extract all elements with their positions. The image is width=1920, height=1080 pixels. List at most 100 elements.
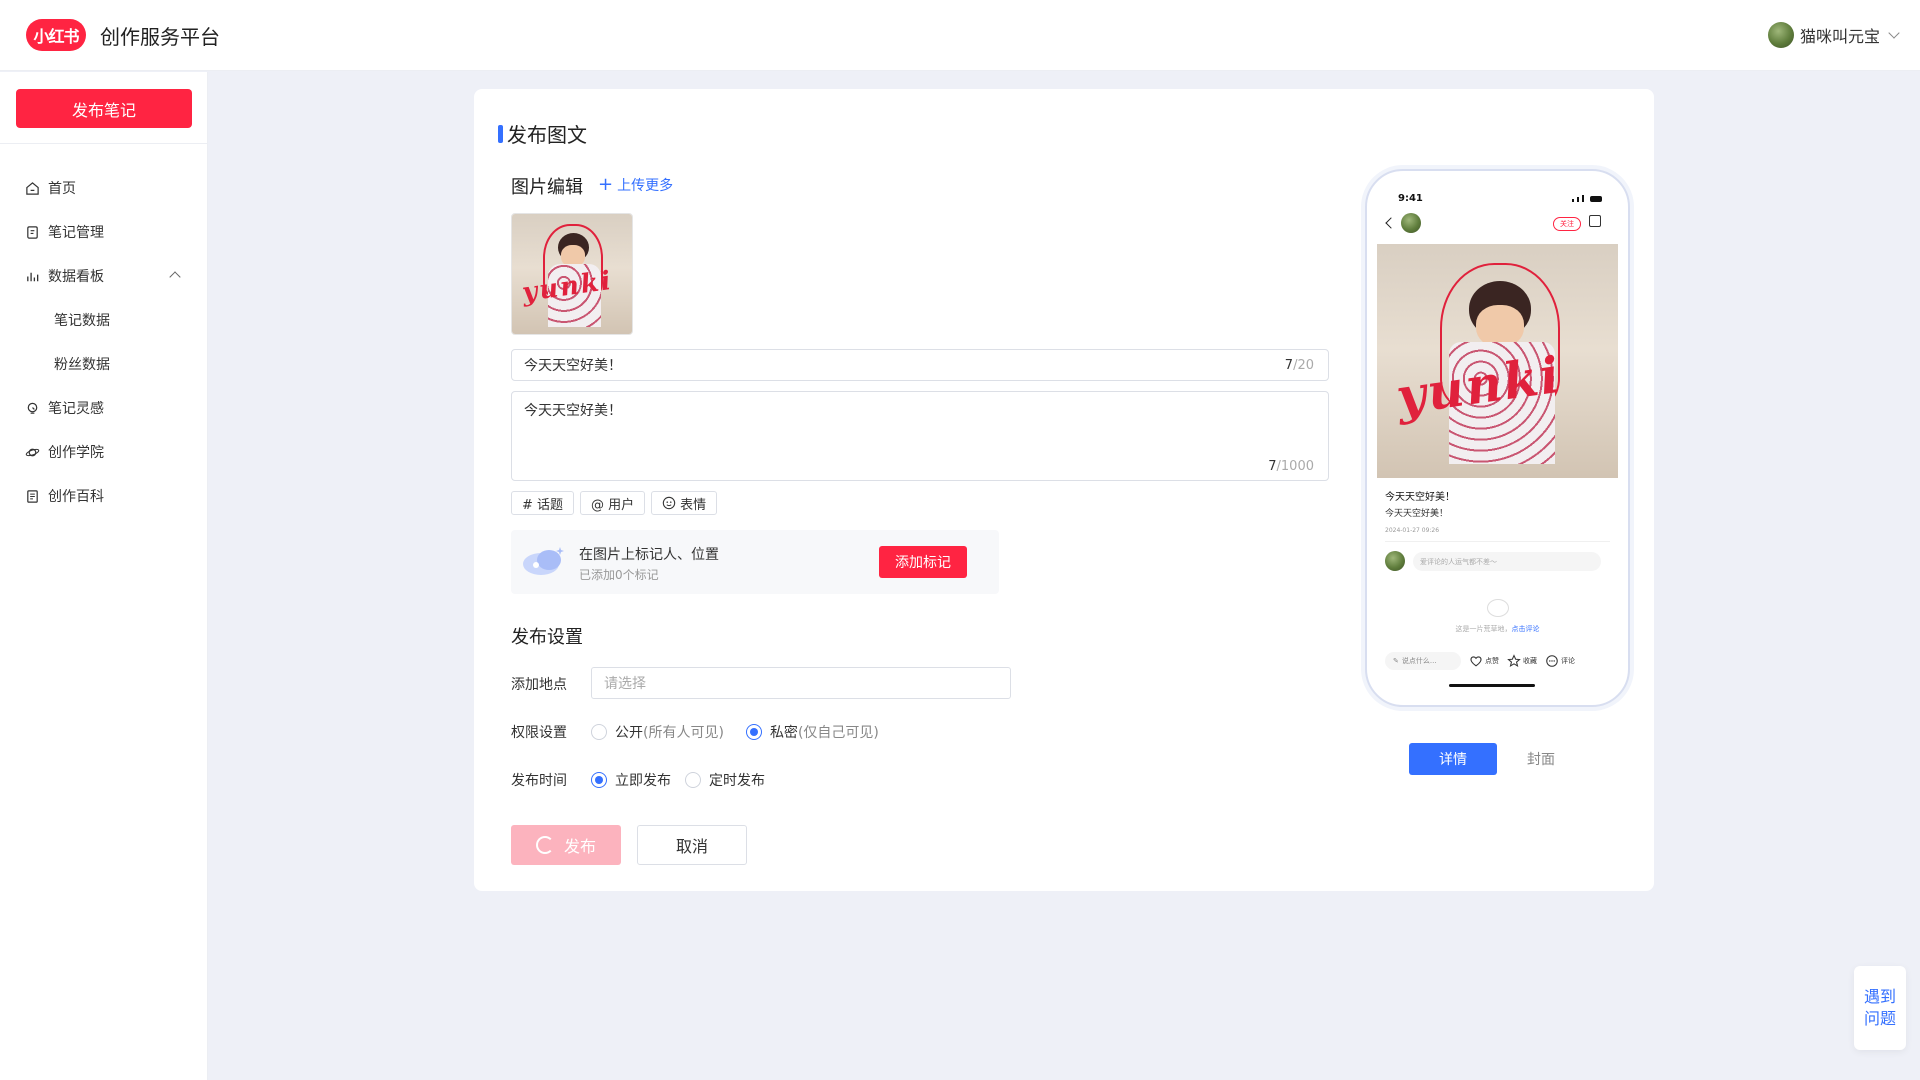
preview-comment: 评论 <box>1545 654 1575 668</box>
sidebar-item-label: 粉丝数据 <box>54 357 110 373</box>
sidebar-item-creator-academy[interactable]: 创作学院 <box>0 430 207 474</box>
radio-private-hint: (仅自己可见) <box>797 725 879 741</box>
sidebar-item-note-management[interactable]: 笔记管理 <box>0 210 207 254</box>
settings-section-title: 发布设置 <box>511 627 583 648</box>
add-tag-button[interactable]: 添加标记 <box>879 546 967 578</box>
publish-button-label: 发布 <box>563 837 596 856</box>
tag-people-title: 在图片上标记人、位置 <box>579 547 719 563</box>
title-counter: 7/20 <box>1285 358 1314 373</box>
help-button-label: 遇到问题 <box>1863 987 1896 1028</box>
sidebar-item-label: 笔记数据 <box>54 313 110 329</box>
radio-public-label[interactable]: 公开 <box>615 722 643 742</box>
preview-collect: 收藏 <box>1507 654 1537 668</box>
user-name[interactable]: 猫咪叫元宝 <box>1800 23 1880 47</box>
tag-count-text: 已添加0个标记 <box>579 568 659 582</box>
platform-title: 创作服务平台 <box>100 24 220 49</box>
body-textarea-value: 今天天空好美！ <box>524 403 622 419</box>
xiaohongshu-logo[interactable]: 小红书 <box>26 19 86 51</box>
sidebar-item-label: 笔记管理 <box>48 225 104 241</box>
location-label: 添加地点 <box>511 677 567 693</box>
help-button[interactable]: 遇到问题 <box>1854 966 1906 1050</box>
radio-scheduled-label[interactable]: 定时发布 <box>709 770 765 790</box>
preview-comment-avatar <box>1385 551 1405 571</box>
insert-toolbar: # 话题 @ 用户 表情 <box>511 491 718 515</box>
preview-action-bar: ✎ 说点什么... 点赞 收藏 评论 <box>1377 651 1618 671</box>
top-header: 小红书 创作服务平台 猫咪叫元宝 <box>0 0 1920 71</box>
publish-button[interactable]: 发布 <box>511 825 621 865</box>
phone-status-icons <box>1572 195 1602 202</box>
preview-photo: yunki <box>1377 244 1618 478</box>
sidebar-item-note-inspiration[interactable]: 笔记灵感 <box>0 386 207 430</box>
share-icon <box>1589 215 1601 227</box>
home-icon <box>24 180 40 196</box>
body-textarea[interactable]: 今天天空好美！ 7/1000 <box>511 391 1329 481</box>
upload-more-label: 上传更多 <box>617 178 674 194</box>
image-thumbnail[interactable]: yunki <box>511 213 633 335</box>
kid-photo: yunki <box>512 214 632 334</box>
location-placeholder: 请选择 <box>604 676 646 692</box>
radio-public[interactable] <box>591 724 607 740</box>
topic-button[interactable]: # 话题 <box>511 491 575 515</box>
sidebar-nav: 首页 笔记管理 数据看板 笔记数据 粉丝数据 笔记灵感 创作学院 创作百科 <box>0 166 207 518</box>
emoji-button-label: 表情 <box>680 497 707 513</box>
preview-empty-text: 这是一片荒草地， <box>1455 625 1512 633</box>
back-icon[interactable] <box>1385 217 1397 229</box>
page-title: 发布图文 <box>498 119 587 148</box>
tab-detail[interactable]: 详情 <box>1409 743 1497 775</box>
preview-say-input: ✎ 说点什么... <box>1385 652 1461 670</box>
mention-user-button[interactable]: @ 用户 <box>580 491 646 515</box>
chevron-down-icon[interactable] <box>1888 27 1900 39</box>
tab-cover[interactable]: 封面 <box>1497 743 1585 775</box>
publish-note-button[interactable]: 发布笔记 <box>16 89 192 128</box>
loading-spinner-icon <box>535 836 554 854</box>
preview-like: 点赞 <box>1469 654 1499 668</box>
sidebar-item-data-dashboard[interactable]: 数据看板 <box>0 254 207 298</box>
cancel-button[interactable]: 取消 <box>637 825 747 865</box>
title-count: 7 <box>1284 357 1294 373</box>
emoji-button[interactable]: 表情 <box>651 491 718 515</box>
publish-time-radio-group: 立即发布 定时发布 <box>591 770 765 790</box>
radio-publish-now-label[interactable]: 立即发布 <box>615 770 671 790</box>
phone-preview: 9:41 关注 yunki 今天天空好美！ 今天天空好美！ 2024-01-27… <box>1365 169 1630 707</box>
preview-date: 2024-01-27 09:26 <box>1385 527 1440 534</box>
title-input[interactable]: 今天天空好美！ 7/20 <box>511 349 1329 381</box>
chevron-up-icon[interactable] <box>169 271 181 283</box>
preview-body: 今天天空好美！ <box>1385 509 1449 519</box>
phone-status-time: 9:41 <box>1398 193 1423 204</box>
sidebar-item-label: 创作学院 <box>48 445 104 461</box>
comment-icon <box>1546 655 1558 667</box>
user-avatar[interactable] <box>1767 22 1794 48</box>
radio-scheduled[interactable] <box>685 772 701 788</box>
sidebar-item-home[interactable]: 首页 <box>0 166 207 210</box>
sidebar-item-label: 首页 <box>48 181 76 197</box>
body-count: 7 <box>1268 459 1277 474</box>
preview-kid-photo: yunki <box>1377 244 1618 478</box>
location-select[interactable]: 请选择 <box>591 667 1011 699</box>
plus-icon: + <box>598 174 614 195</box>
sidebar-item-label: 笔记灵感 <box>48 401 104 417</box>
permission-radio-group: 公开 (所有人可见) 私密 (仅自己可见) <box>591 722 879 742</box>
lightbulb-icon <box>24 400 40 416</box>
heart-icon <box>1470 656 1482 667</box>
radio-private-label[interactable]: 私密 <box>770 722 798 742</box>
planet-icon <box>24 444 40 460</box>
image-section-title: 图片编辑 <box>511 177 583 198</box>
sidebar-divider <box>0 143 207 144</box>
book-icon <box>24 488 40 504</box>
home-indicator <box>1449 684 1535 687</box>
pencil-icon: ✎ <box>1393 657 1399 665</box>
sidebar-item-fans-data[interactable]: 粉丝数据 <box>0 342 207 386</box>
sidebar-item-creator-wiki[interactable]: 创作百科 <box>0 474 207 518</box>
preview-collect-label: 收藏 <box>1523 657 1537 665</box>
title-input-value: 今天天空好美！ <box>524 358 622 374</box>
user-menu[interactable]: 猫咪叫元宝 <box>1767 22 1900 48</box>
radio-private[interactable] <box>745 724 762 740</box>
sidebar-item-note-data[interactable]: 笔记数据 <box>0 298 207 342</box>
preview-empty-link: 点击评论 <box>1511 625 1540 633</box>
upload-more-link[interactable]: + 上传更多 <box>598 175 673 195</box>
note-icon <box>24 224 40 240</box>
tag-people-box: 在图片上标记人、位置 已添加0个标记 添加标记 <box>511 530 999 594</box>
preview-comment-input: 爱评论的人运气都不差～ <box>1413 552 1601 571</box>
tag-cloud-icon <box>523 547 564 575</box>
radio-publish-now[interactable] <box>591 772 607 788</box>
